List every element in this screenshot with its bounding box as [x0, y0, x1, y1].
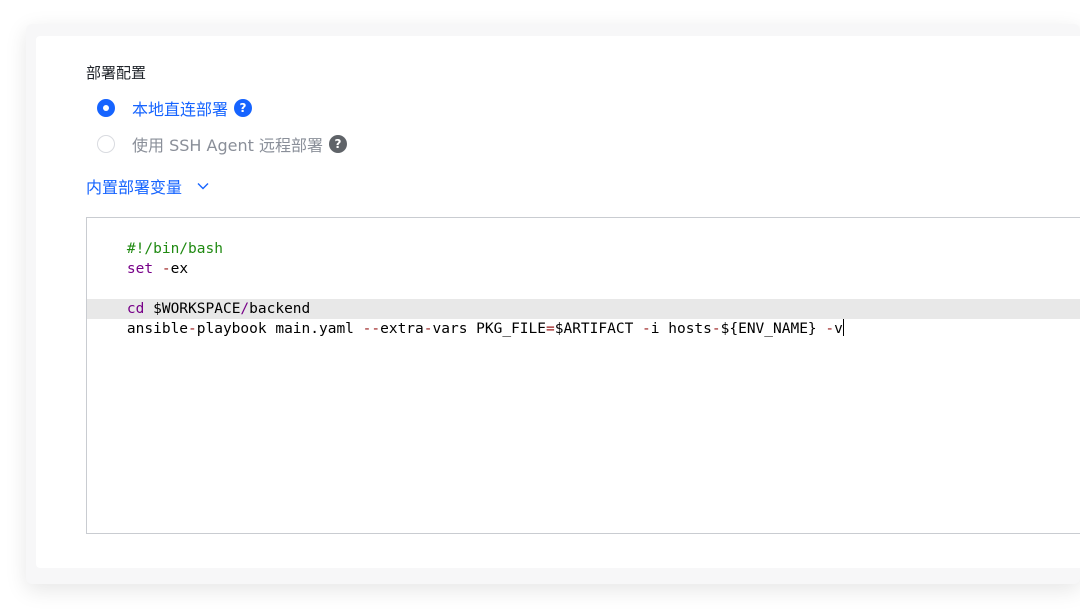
code-token: $ARTIFACT — [554, 321, 643, 337]
code-token: - — [161, 261, 171, 277]
code-token: v — [834, 321, 843, 337]
code-token: cd — [126, 301, 145, 317]
code-token: - — [188, 321, 197, 337]
script-editor[interactable]: #!/bin/bash set -ex cd $WORKSPACE/backen… — [86, 217, 1080, 534]
code-line[interactable] — [87, 259, 1080, 279]
code-token: #!/bin/bash — [126, 241, 223, 257]
code-token: playbook main.yaml — [196, 321, 363, 337]
code-token: - — [825, 321, 835, 337]
code-line[interactable]: #!/bin/bash — [87, 219, 1080, 257]
radio-unchecked-icon[interactable] — [97, 135, 115, 153]
code-token: -- — [362, 321, 381, 337]
code-token: / — [240, 301, 250, 317]
radio-label-ssh-agent[interactable]: 使用 SSH Agent 远程部署 — [132, 132, 323, 156]
code-line[interactable]: set -ex — [87, 239, 1080, 277]
builtin-vars-toggle[interactable]: 内置部署变量 — [86, 175, 210, 197]
code-line[interactable]: cd $WORKSPACE/backend — [87, 279, 1080, 317]
radio-label-local[interactable]: 本地直连部署 — [132, 96, 228, 120]
builtin-vars-label[interactable]: 内置部署变量 — [86, 174, 182, 198]
code-token: vars PKG_FILE — [432, 321, 547, 337]
code-token: $WORKSPACE — [144, 301, 241, 317]
code-token: = — [546, 321, 555, 337]
code-token: backend — [249, 301, 311, 317]
radio-option-ssh-agent[interactable]: 使用 SSH Agent 远程部署 ? — [97, 133, 347, 155]
chevron-down-icon[interactable] — [196, 181, 210, 191]
radio-option-local[interactable]: 本地直连部署 ? — [97, 96, 253, 120]
code-token: ex — [170, 261, 189, 277]
radio-checked-icon[interactable] — [97, 99, 115, 117]
question-circle-icon[interactable]: ? — [234, 99, 253, 117]
code-token: ansible — [126, 321, 189, 337]
section-label: 部署配置 — [86, 64, 147, 82]
code-token: i hosts — [650, 321, 712, 337]
code-token: - — [642, 321, 651, 337]
code-token: set — [126, 261, 154, 277]
code-token: - — [711, 321, 721, 337]
text-caret — [842, 319, 844, 336]
code-token: ${ENV_NAME} — [720, 321, 826, 337]
code-token: - — [423, 321, 433, 337]
question-circle-icon[interactable]: ? — [328, 135, 347, 153]
code-token: extra — [380, 321, 424, 337]
